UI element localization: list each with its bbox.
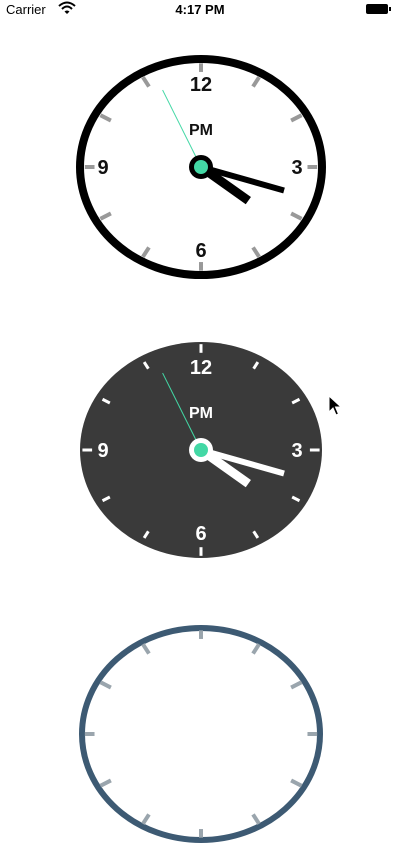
status-bar: Carrier 4:17 PM: [0, 0, 400, 20]
meridiem-label: PM: [189, 122, 213, 139]
analog-clock-dark: 12 3 6 9 PM: [75, 336, 327, 564]
center-dot: [194, 160, 208, 174]
meridiem-label: PM: [189, 405, 213, 422]
clock-face-svg: 12 3 6 9 PM: [80, 342, 322, 558]
numeral-3: 3: [291, 440, 302, 462]
analog-clock-blue: [75, 620, 327, 848]
numeral-6: 6: [195, 240, 206, 262]
numeral-12: 12: [190, 357, 212, 379]
numeral-3: 3: [291, 157, 302, 179]
clock-face-svg: [79, 625, 323, 843]
clock-dial: [79, 625, 323, 843]
numeral-12: 12: [190, 74, 212, 96]
clock-face-svg: 12 3 6 9 PM: [76, 55, 326, 279]
battery-icon: [366, 4, 392, 14]
status-time: 4:17 PM: [175, 2, 225, 17]
center-dot: [194, 443, 208, 457]
numeral-9: 9: [97, 157, 108, 179]
mouse-pointer-icon: [328, 395, 342, 416]
numeral-6: 6: [195, 523, 206, 545]
analog-clock-light: 12 3 6 9 PM: [75, 53, 327, 281]
numeral-9: 9: [97, 440, 108, 462]
